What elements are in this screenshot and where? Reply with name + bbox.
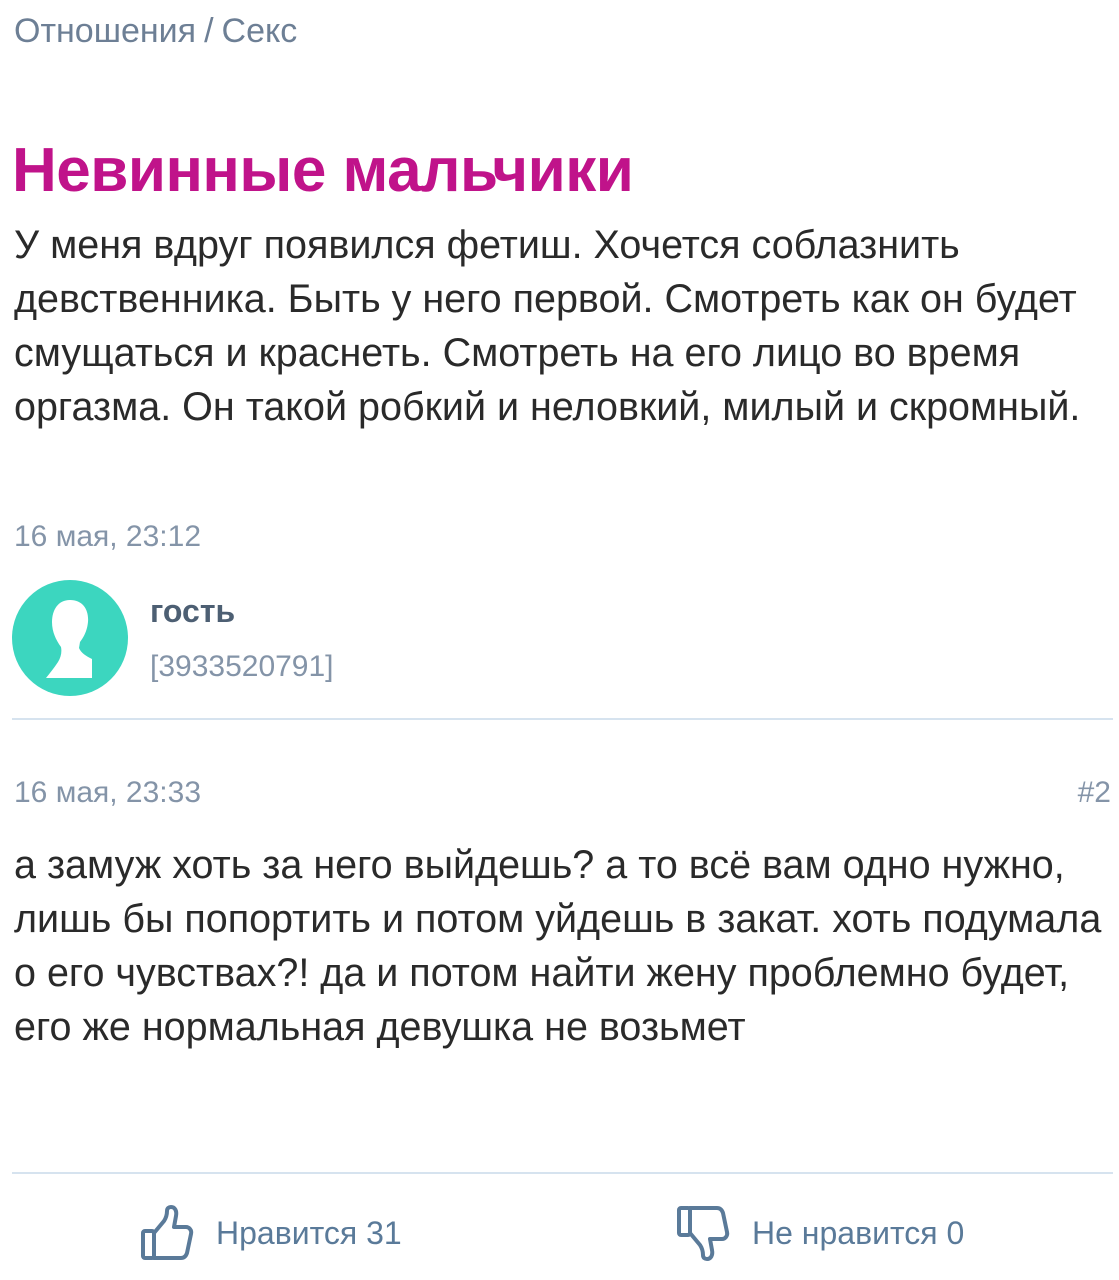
breadcrumb-link-sex[interactable]: Секс	[222, 12, 298, 50]
author-id: [3933520791]	[150, 650, 334, 683]
dislike-button[interactable]: Не нравится 0	[676, 1205, 964, 1261]
dislike-label: Не нравится 0	[752, 1215, 965, 1251]
post-body: У меня вдруг появился фетиш. Хочется соб…	[14, 223, 1081, 429]
breadcrumb-link-relationships[interactable]: Отношения	[14, 12, 196, 50]
breadcrumb-separator: /	[204, 12, 214, 50]
like-button[interactable]: Нравится 31	[140, 1205, 402, 1261]
post-date: 16 мая, 23:12	[14, 520, 202, 553]
post-title: Невинные мальчики	[12, 135, 634, 205]
comment-date: 16 мая, 23:33	[14, 776, 202, 809]
divider	[12, 1172, 1113, 1174]
avatar[interactable]	[12, 580, 128, 696]
comment-body: а замуж хоть за него выйдешь? а то всё в…	[14, 843, 1102, 1049]
divider	[12, 718, 1113, 720]
user-silhouette-icon	[46, 600, 92, 678]
breadcrumb: Отношения / Секс	[14, 10, 297, 52]
thumbs-down-icon	[676, 1205, 730, 1261]
comment-number-link[interactable]: #2	[1078, 774, 1111, 812]
like-label: Нравится 31	[216, 1215, 402, 1251]
author-name[interactable]: гость	[150, 592, 235, 630]
thumbs-up-icon	[140, 1205, 194, 1261]
